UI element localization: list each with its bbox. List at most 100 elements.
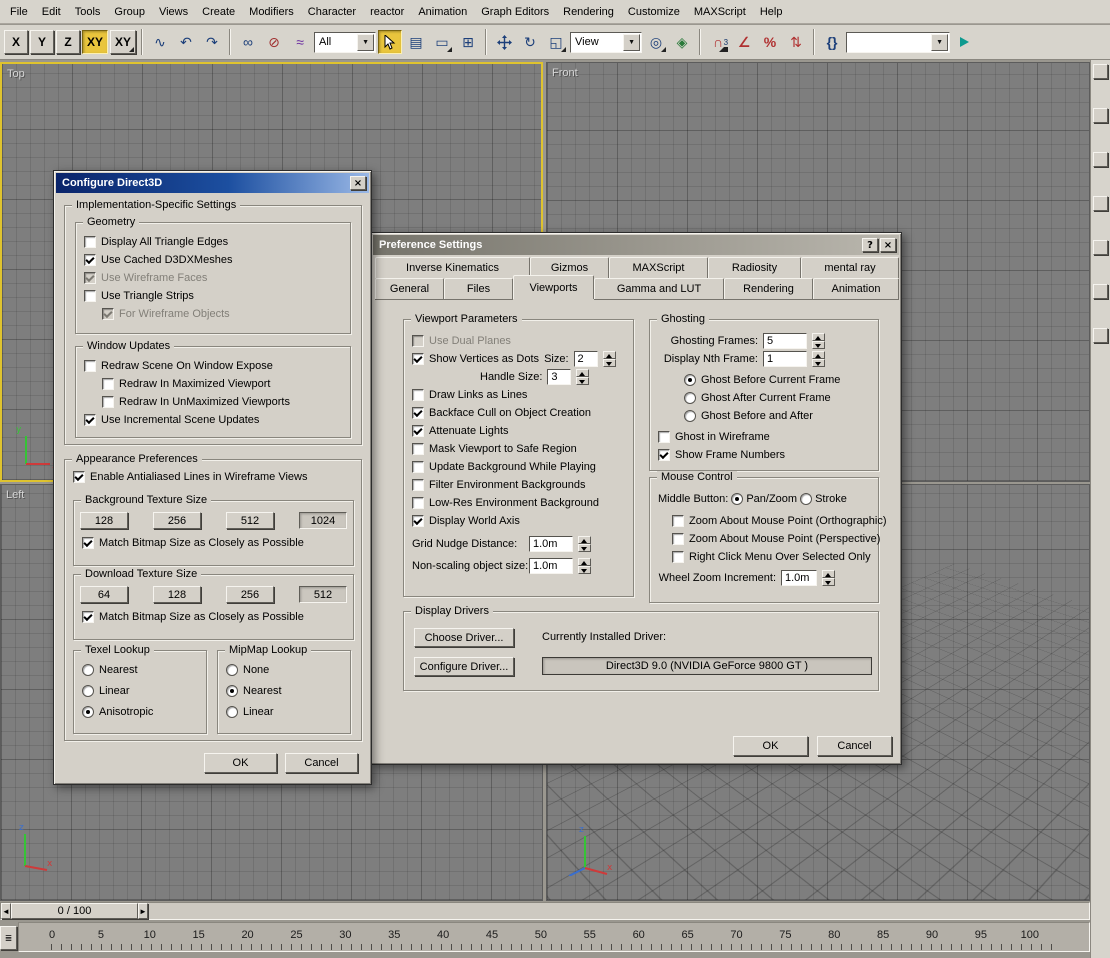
- menu-rendering[interactable]: Rendering: [556, 2, 621, 22]
- spinner-up-icon[interactable]: [578, 558, 591, 566]
- spinner-snap-icon[interactable]: [784, 30, 808, 54]
- radio-row[interactable]: Ghost Before and After: [684, 408, 878, 423]
- checkbox-row[interactable]: Draw Links as Lines: [412, 387, 633, 402]
- snap-toggle-icon[interactable]: [706, 30, 730, 54]
- radio[interactable]: [82, 685, 94, 697]
- radio[interactable]: [684, 410, 696, 422]
- radio-row[interactable]: Linear: [82, 683, 206, 698]
- next-frame-icon[interactable]: ►: [138, 903, 148, 919]
- checkbox-row[interactable]: Low-Res Environment Background: [412, 495, 633, 510]
- checkbox[interactable]: [84, 414, 96, 426]
- checkbox[interactable]: [672, 551, 684, 563]
- curve-icon[interactable]: [148, 30, 172, 54]
- spinner[interactable]: [576, 369, 589, 385]
- spinner-down-icon[interactable]: [603, 359, 616, 367]
- radio-row[interactable]: None: [226, 662, 350, 677]
- radio[interactable]: [731, 493, 743, 505]
- percent-snap-icon[interactable]: [758, 30, 782, 54]
- checkbox[interactable]: [412, 425, 424, 437]
- ghosting-frames-field[interactable]: 5: [763, 333, 807, 349]
- checkbox[interactable]: [82, 537, 94, 549]
- restrict-x-button[interactable]: X: [4, 30, 28, 54]
- tab-mental-ray[interactable]: mental ray: [801, 257, 899, 278]
- checkbox-row[interactable]: Backface Cull on Object Creation: [412, 405, 633, 420]
- size-128-button[interactable]: 128: [80, 512, 128, 529]
- radio[interactable]: [226, 706, 238, 718]
- checkbox-row[interactable]: For Wireframe Objects: [102, 306, 350, 321]
- checkbox[interactable]: [84, 290, 96, 302]
- spinner-up-icon[interactable]: [578, 536, 591, 544]
- handle-size-field[interactable]: 3: [547, 369, 571, 385]
- selection-filter-dropdown[interactable]: All ▼: [314, 32, 376, 53]
- spinner[interactable]: [812, 333, 825, 349]
- radio[interactable]: [226, 664, 238, 676]
- checkbox-row[interactable]: Mask Viewport to Safe Region: [412, 441, 633, 456]
- tab-general[interactable]: General: [375, 278, 444, 299]
- checkbox-row[interactable]: Filter Environment Backgrounds: [412, 477, 633, 492]
- select-by-name-icon[interactable]: [404, 30, 428, 54]
- menu-modifiers[interactable]: Modifiers: [242, 2, 301, 22]
- checkbox-row[interactable]: Redraw Scene On Window Expose: [84, 358, 350, 373]
- checkbox-row[interactable]: Use Triangle Strips: [84, 288, 350, 303]
- previous-frame-icon[interactable]: ◄: [1, 903, 11, 919]
- spinner-up-icon[interactable]: [603, 351, 616, 359]
- spinner[interactable]: [603, 351, 616, 367]
- cancel-button[interactable]: Cancel: [285, 753, 358, 773]
- checkbox-row[interactable]: Ghost in Wireframe: [658, 429, 878, 444]
- checkbox[interactable]: [84, 272, 96, 284]
- menu-group[interactable]: Group: [107, 2, 152, 22]
- panel-icon[interactable]: [1093, 64, 1108, 79]
- panel-icon[interactable]: [1093, 196, 1108, 211]
- panel-icon[interactable]: [1093, 240, 1108, 255]
- non-scaling-field[interactable]: 1.0m: [529, 558, 573, 574]
- track-bar[interactable]: 0 5 10 15 20 25 30 35 40 45 50 55 60 65 …: [18, 922, 1090, 952]
- checkbox-row[interactable]: Match Bitmap Size as Closely as Possible: [82, 535, 353, 550]
- size-512-button[interactable]: 512: [299, 586, 347, 603]
- select-and-scale-icon[interactable]: [544, 30, 568, 54]
- menu-help[interactable]: Help: [753, 2, 790, 22]
- tab-gamma-and-lut[interactable]: Gamma and LUT: [594, 278, 724, 299]
- redo-icon[interactable]: [200, 30, 224, 54]
- radio[interactable]: [684, 392, 696, 404]
- checkbox-row[interactable]: Use Cached D3DXMeshes: [84, 252, 350, 267]
- spinner-down-icon[interactable]: [822, 578, 835, 586]
- checkbox[interactable]: [672, 515, 684, 527]
- spinner[interactable]: [578, 536, 591, 552]
- spinner-up-icon[interactable]: [812, 333, 825, 341]
- checkbox[interactable]: [102, 378, 114, 390]
- wheel-zoom-field[interactable]: 1.0m: [781, 570, 817, 586]
- panel-icon[interactable]: [1093, 284, 1108, 299]
- spinner[interactable]: [822, 570, 835, 586]
- undo-icon[interactable]: [174, 30, 198, 54]
- help-icon[interactable]: ?: [862, 238, 878, 252]
- reference-coordinate-dropdown[interactable]: View ▼: [570, 32, 642, 53]
- tab-rendering[interactable]: Rendering: [724, 278, 813, 299]
- spinner-down-icon[interactable]: [812, 359, 825, 367]
- size-256-button[interactable]: 256: [226, 586, 274, 603]
- checkbox-row[interactable]: Redraw In UnMaximized Viewports: [102, 394, 350, 409]
- checkbox[interactable]: [102, 308, 114, 320]
- named-selections-dropdown[interactable]: ▼: [846, 32, 950, 53]
- ok-button[interactable]: OK: [733, 736, 808, 756]
- spinner-down-icon[interactable]: [578, 544, 591, 552]
- checkbox-row[interactable]: Display World Axis: [412, 513, 633, 528]
- radio-row[interactable]: Ghost After Current Frame: [684, 390, 878, 405]
- menu-animation[interactable]: Animation: [411, 2, 474, 22]
- size-512-button[interactable]: 512: [226, 512, 274, 529]
- unlink-selection-icon[interactable]: [262, 30, 286, 54]
- menu-edit[interactable]: Edit: [35, 2, 68, 22]
- checkbox[interactable]: [412, 407, 424, 419]
- checkbox[interactable]: [412, 497, 424, 509]
- checkbox-row[interactable]: Display All Triangle Edges: [84, 234, 350, 249]
- checkbox-row[interactable]: Show Vertices as Dots Size: 2: [412, 351, 633, 366]
- tab-inverse-kinematics[interactable]: Inverse Kinematics: [375, 257, 530, 278]
- chevron-down-icon[interactable]: ▼: [931, 34, 948, 51]
- radio-row[interactable]: Nearest: [82, 662, 206, 677]
- checkbox-row[interactable]: Update Background While Playing: [412, 459, 633, 474]
- viewport-front-label[interactable]: Front: [552, 67, 578, 79]
- checkbox[interactable]: [84, 360, 96, 372]
- panel-icon[interactable]: [1093, 152, 1108, 167]
- radio[interactable]: [226, 685, 238, 697]
- checkbox[interactable]: [412, 515, 424, 527]
- named-selection-sets-icon[interactable]: [820, 30, 844, 54]
